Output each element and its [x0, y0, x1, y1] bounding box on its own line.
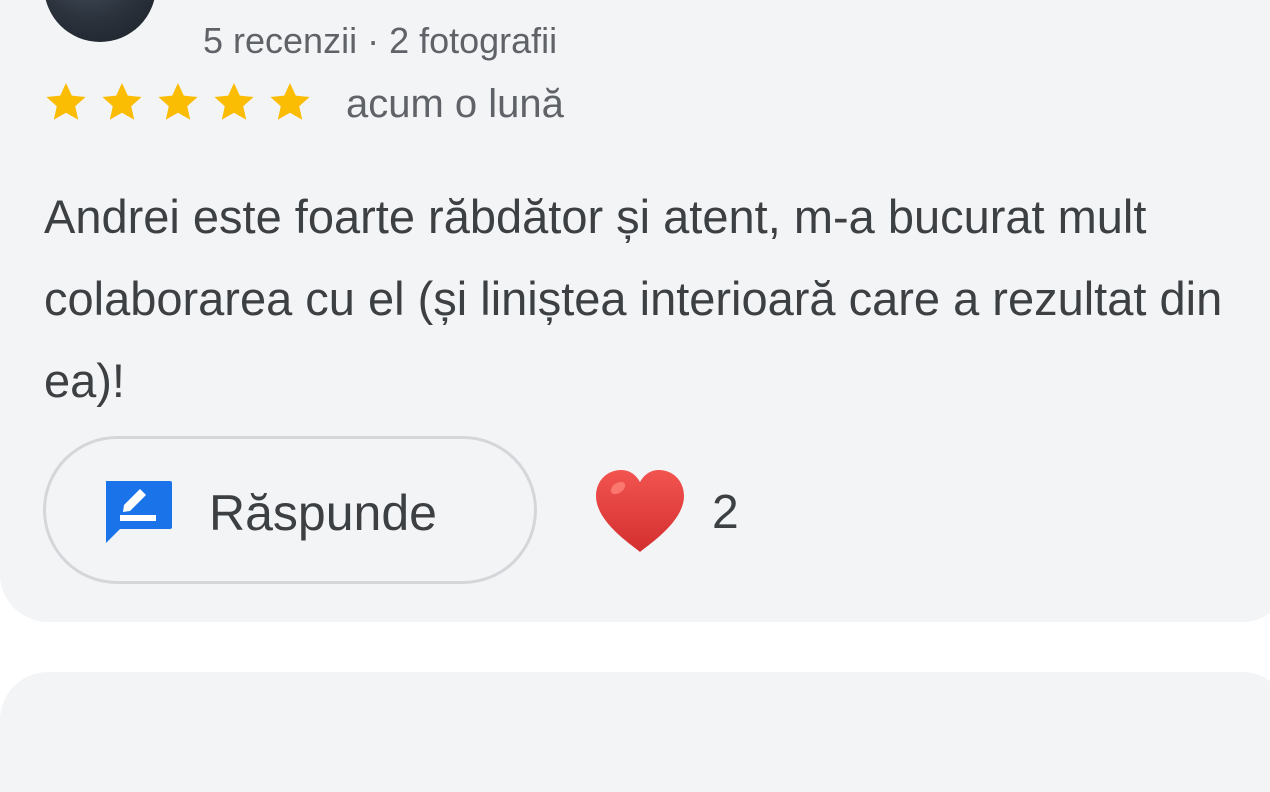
reply-button-label: Răspunde: [209, 485, 437, 541]
star-icon: [46, 83, 86, 120]
heart-icon[interactable]: [592, 466, 688, 556]
star-icon: [214, 83, 254, 120]
author-meta[interactable]: 5 recenzii · 2 fotografii: [203, 20, 557, 62]
next-review-card: [0, 672, 1270, 792]
like-count: 2: [712, 486, 739, 539]
star-icon: [270, 83, 310, 120]
reply-icon: [106, 481, 172, 543]
star-icon: [102, 83, 142, 120]
rating-stars: [40, 78, 316, 126]
review-date: acum o lună: [346, 82, 564, 126]
review-text: Andrei este foarte răbdător și atent, m-…: [44, 190, 1223, 407]
star-icon: [158, 83, 198, 120]
reply-button[interactable]: Răspunde: [43, 436, 537, 584]
